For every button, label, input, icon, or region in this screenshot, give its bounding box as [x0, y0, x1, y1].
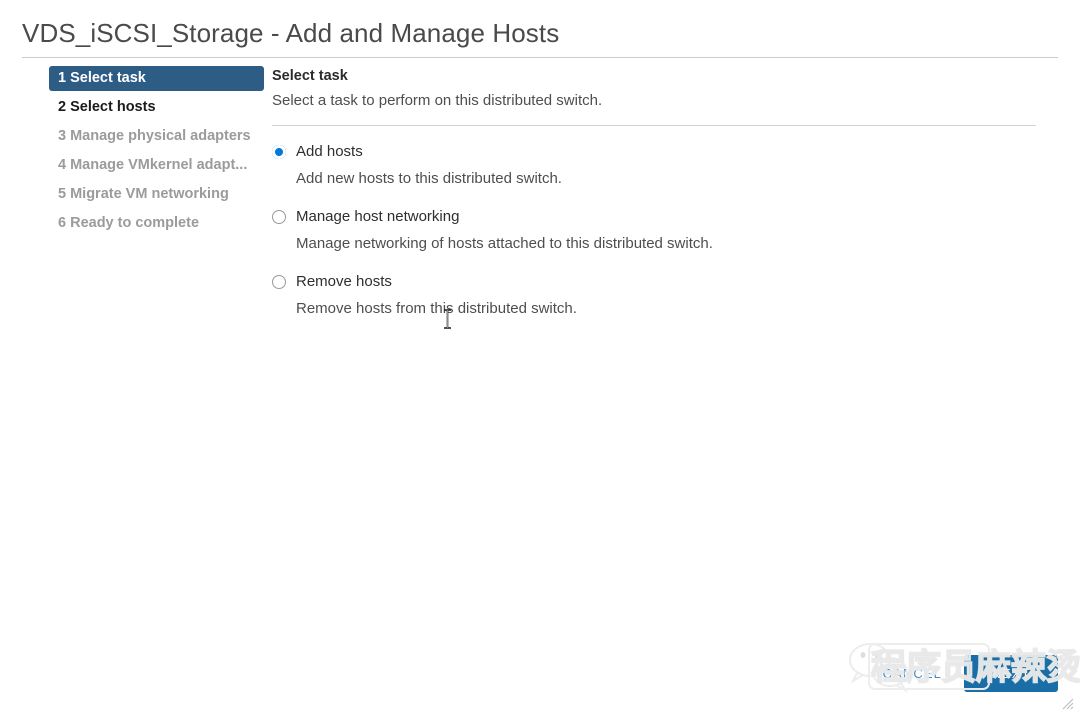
option-manage-host-networking-row[interactable]: Manage host networking [272, 206, 1036, 228]
header-divider [22, 57, 1058, 58]
option-manage-host-networking[interactable]: Manage host networking Manage networking… [272, 206, 1036, 255]
step-label: 6 Ready to complete [58, 215, 200, 231]
step-label: 4 Manage VMkernel adapt... [58, 157, 248, 173]
cancel-button[interactable]: CANCEL [881, 660, 944, 687]
option-add-hosts-row[interactable]: Add hosts [272, 141, 1036, 163]
step-label: 2 Select hosts [58, 99, 156, 115]
section-divider [272, 125, 1036, 126]
radio-add-hosts[interactable] [272, 145, 286, 159]
step-label: 3 Manage physical adapters [58, 128, 251, 144]
option-add-hosts[interactable]: Add hosts Add new hosts to this distribu… [272, 141, 1036, 190]
section-subheading: Select a task to perform on this distrib… [272, 92, 603, 109]
resize-grip-icon[interactable] [1061, 697, 1074, 710]
wizard-body: 1 Select task 2 Select hosts 3 Manage ph… [0, 66, 1080, 626]
option-description: Add new hosts to this distributed switch… [296, 170, 562, 187]
sidebar-item-manage-physical-adapters[interactable]: 3 Manage physical adapters [49, 124, 264, 149]
radio-remove-hosts[interactable] [272, 275, 286, 289]
page-title: VDS_iSCSI_Storage - Add and Manage Hosts [22, 18, 560, 48]
step-label: 5 Migrate VM networking [58, 186, 229, 202]
sidebar-item-select-hosts[interactable]: 2 Select hosts [49, 95, 264, 120]
wizard-footer: CANCEL NEXT [881, 655, 1058, 692]
step-label: 1 Select task [58, 70, 146, 86]
sidebar-item-select-task[interactable]: 1 Select task [49, 66, 264, 91]
option-label: Remove hosts [296, 273, 392, 290]
option-remove-hosts-row[interactable]: Remove hosts [272, 271, 1036, 293]
option-description: Remove hosts from this distributed switc… [296, 300, 577, 317]
task-radio-group: Add hosts Add new hosts to this distribu… [272, 141, 1036, 320]
option-description: Manage networking of hosts attached to t… [296, 235, 713, 252]
sidebar-item-ready-to-complete[interactable]: 6 Ready to complete [49, 211, 264, 236]
section-heading: Select task [272, 68, 348, 84]
add-manage-hosts-wizard: VDS_iSCSI_Storage - Add and Manage Hosts… [0, 0, 1080, 715]
next-button[interactable]: NEXT [964, 655, 1058, 692]
option-label: Add hosts [296, 143, 363, 160]
option-remove-hosts[interactable]: Remove hosts Remove hosts from this dist… [272, 271, 1036, 320]
radio-manage-host-networking[interactable] [272, 210, 286, 224]
sidebar-item-manage-vmkernel-adapters[interactable]: 4 Manage VMkernel adapt... [49, 153, 264, 178]
wizard-header: VDS_iSCSI_Storage - Add and Manage Hosts [22, 16, 1058, 50]
sidebar-item-migrate-vm-networking[interactable]: 5 Migrate VM networking [49, 182, 264, 207]
wizard-step-nav: 1 Select task 2 Select hosts 3 Manage ph… [49, 66, 264, 240]
wizard-main-panel: Select task Select a task to perform on … [272, 66, 1036, 320]
option-label: Manage host networking [296, 208, 460, 225]
